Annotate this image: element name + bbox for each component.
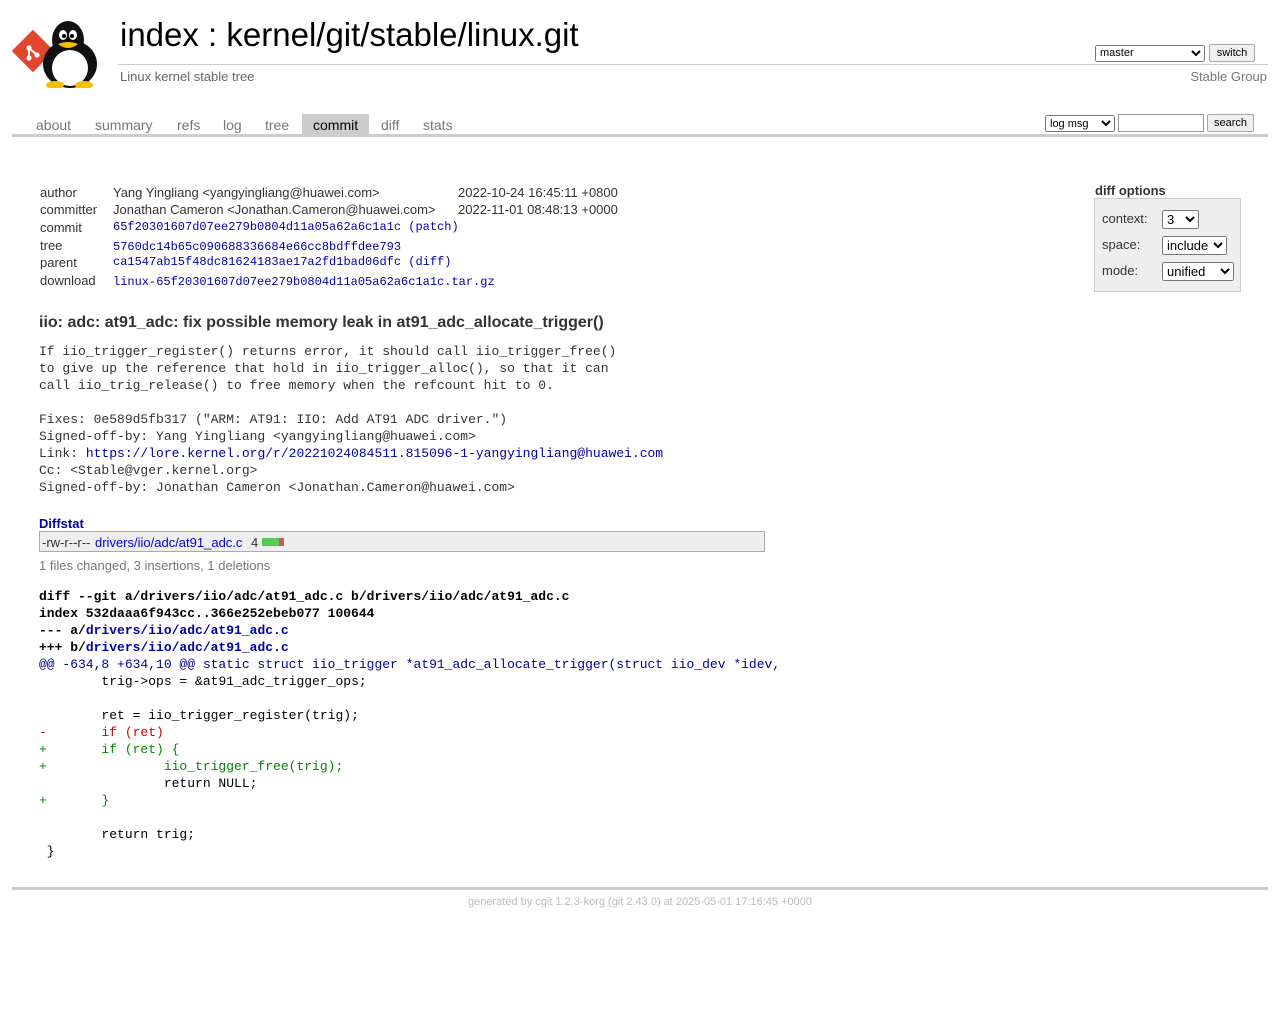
context-select[interactable]: 3 [1162, 210, 1199, 229]
tab-stats[interactable]: stats [412, 114, 464, 134]
new-file-link[interactable]: drivers/iio/adc/at91_adc.c [86, 640, 289, 655]
diff-line-ctx [39, 690, 780, 707]
patch-link[interactable]: patch [415, 220, 451, 234]
space-select[interactable]: include [1162, 236, 1227, 255]
diff-new-file: +++ b/drivers/iio/adc/at91_adc.c [39, 640, 289, 655]
diffstat-count: 4 [251, 535, 259, 550]
tab-refs[interactable]: refs [166, 114, 211, 134]
diffstat-table: -rw-r--r-- drivers/iio/adc/at91_adc.c 4 [39, 531, 765, 552]
committer-date: 2022-11-01 08:48:13 +0000 [458, 202, 618, 217]
author-date: 2022-10-24 16:45:11 +0800 [458, 185, 618, 200]
tab-about[interactable]: about [25, 114, 82, 134]
diffstat-header[interactable]: Diffstat [39, 516, 84, 531]
committer-value: Jonathan Cameron <Jonathan.Cameron@huawe… [113, 202, 436, 217]
page-title: index : kernel/git/stable/linux.git [120, 16, 579, 54]
diffstat-insertions-bar [262, 538, 279, 546]
file-mode: -rw-r--r-- [42, 535, 91, 550]
diff-view: diff --git a/drivers/iio/adc/at91_adc.c … [39, 588, 780, 860]
tab-diff[interactable]: diff [370, 114, 410, 134]
link-prefix: Link: [39, 446, 86, 461]
footer-suffix: (git 2.43.0) at 2025-05-01 17:16:45 +000… [604, 896, 812, 908]
parent-diff-link[interactable]: diff [415, 255, 444, 269]
mode-label: mode: [1102, 263, 1139, 278]
diffstat-deletions-bar [278, 538, 284, 546]
diff-options-title: diff options [1095, 183, 1166, 198]
mode-select[interactable]: unified [1162, 262, 1234, 281]
author-label: author [40, 185, 77, 200]
diff-line-ctx [39, 809, 780, 826]
repo-link[interactable]: kernel/git/stable/linux.git [226, 16, 578, 53]
tree-sha-link[interactable]: 5760dc14b65c090688336684e66cc8bdffdee793 [113, 240, 401, 254]
commit-message: If iio_trigger_register() returns error,… [39, 343, 663, 496]
download-link[interactable]: linux-65f20301607d07ee279b0804d11a05a62a… [113, 275, 495, 289]
message-body: If iio_trigger_register() returns error,… [39, 344, 617, 444]
diffstat-summary: 1 files changed, 3 insertions, 1 deletio… [39, 558, 271, 573]
parent-label: parent [40, 255, 77, 270]
header-divider [118, 64, 1268, 65]
repo-owner: Stable Group [1190, 69, 1267, 84]
search-button[interactable]: search [1207, 114, 1254, 132]
message-tail: Cc: <Stable@vger.kernel.org> Signed-off-… [39, 463, 515, 495]
diff-line-ctx: return trig; [39, 827, 196, 842]
tab-commit[interactable]: commit [302, 114, 370, 134]
branch-switch-form: master [1095, 44, 1205, 62]
tab-summary[interactable]: summary [84, 114, 164, 134]
branch-select[interactable]: master [1095, 44, 1205, 62]
footer: generated by cgit 1.2.3-korg (git 2.43.0… [0, 896, 1280, 908]
diff-line-del: - if (ret) [39, 725, 164, 740]
commit-subject: iio: adc: at91_adc: fix possible memory … [39, 314, 604, 331]
tux-icon [43, 21, 97, 88]
cgit-link[interactable]: cgit 1.2.3-korg [535, 896, 605, 908]
diff-line-add: + iio_trigger_free(trig); [39, 759, 344, 774]
tree-label: tree [40, 238, 63, 253]
switch-button[interactable]: switch [1209, 44, 1255, 62]
old-file-link[interactable]: drivers/iio/adc/at91_adc.c [86, 623, 289, 638]
commit-sha-group: 65f20301607d07ee279b0804d11a05a62a6c1a1c… [113, 220, 459, 234]
diff-lines: trig->ops = &at91_adc_trigger_ops; ret =… [39, 673, 780, 860]
author-value: Yang Yingliang <yangyingliang@huawei.com… [113, 185, 380, 200]
diff-options-panel: context: 3 space: include mode: unified [1094, 198, 1241, 292]
search-type-select[interactable]: log msg [1045, 115, 1115, 132]
commit-label: commit [40, 220, 82, 235]
diff-line-ctx: } [39, 844, 55, 859]
diff-line-ctx: trig->ops = &at91_adc_trigger_ops; [39, 674, 367, 689]
tab-tree[interactable]: tree [254, 114, 300, 134]
diff-line-ctx: return NULL; [39, 776, 258, 791]
diff-hunk-header: @@ -634,8 +634,10 @@ static struct iio_t… [39, 657, 781, 672]
diff-old-file: --- a/drivers/iio/adc/at91_adc.c [39, 623, 289, 638]
cgit-penguin-logo[interactable] [12, 10, 110, 88]
diff-git-header: diff --git a/drivers/iio/adc/at91_adc.c … [39, 589, 570, 604]
parent-sha-link[interactable]: ca1547ab15f48dc81624183ae17a2fd1bad06dfc [113, 255, 401, 269]
lore-link[interactable]: https://lore.kernel.org/r/20221024084511… [86, 446, 663, 461]
diffstat-file-link[interactable]: drivers/iio/adc/at91_adc.c [95, 535, 242, 550]
diff-line-ctx: ret = iio_trigger_register(trig); [39, 708, 359, 723]
search-input[interactable] [1118, 114, 1204, 132]
download-label: download [40, 273, 96, 288]
space-label: space: [1102, 237, 1141, 252]
repo-description: Linux kernel stable tree [120, 69, 255, 84]
context-label: context: [1102, 211, 1148, 226]
index-link[interactable]: index [120, 16, 199, 53]
diff-line-add: + if (ret) { [39, 742, 180, 757]
commit-sha-link[interactable]: 65f20301607d07ee279b0804d11a05a62a6c1a1c [113, 220, 401, 234]
tab-log[interactable]: log [212, 114, 253, 134]
footer-prefix: generated by [467, 896, 536, 908]
footer-divider [12, 887, 1268, 890]
diff-line-add: + } [39, 793, 110, 808]
diff-index-header: index 532daaa6f943cc..366e252ebeb077 100… [39, 606, 375, 621]
parent-sha-group: ca1547ab15f48dc81624183ae17a2fd1bad06dfc… [113, 255, 452, 269]
committer-label: committer [40, 202, 98, 217]
title-separator: : [198, 16, 227, 53]
